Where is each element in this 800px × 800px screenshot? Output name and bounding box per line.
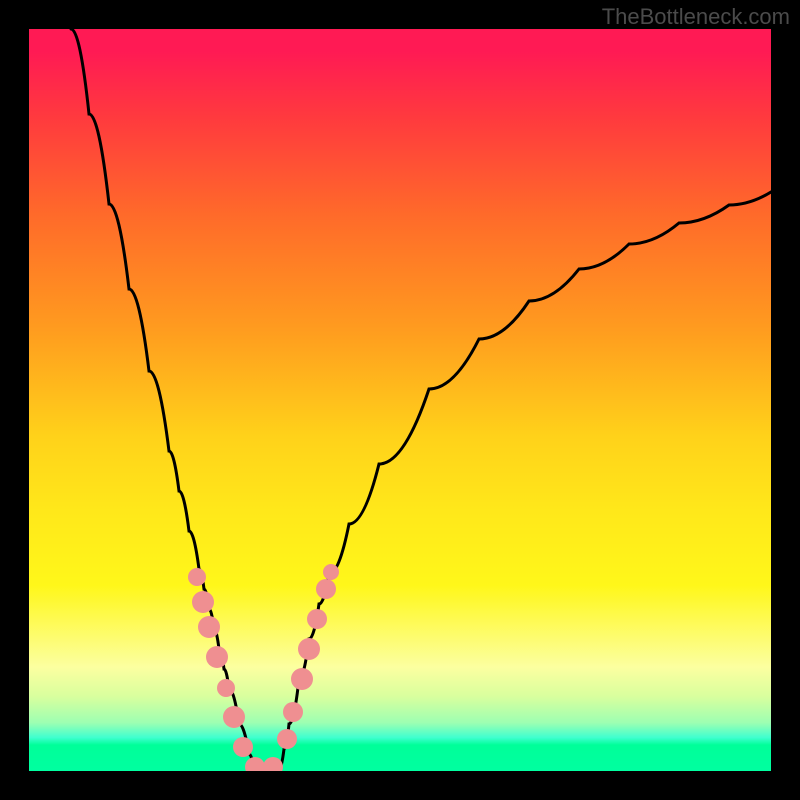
curve-paths (71, 29, 771, 769)
marker-dot (283, 702, 303, 722)
marker-dot (291, 668, 313, 690)
curve-right-branch (279, 192, 771, 769)
marker-dot (245, 757, 265, 771)
marker-dot (307, 609, 327, 629)
watermark-text: TheBottleneck.com (602, 4, 790, 30)
chart-frame: TheBottleneck.com (0, 0, 800, 800)
marker-dot (188, 568, 206, 586)
marker-dot (277, 729, 297, 749)
marker-dot (298, 638, 320, 660)
marker-dot (316, 579, 336, 599)
marker-dot (192, 591, 214, 613)
marker-dot (223, 706, 245, 728)
marker-dot (198, 616, 220, 638)
marker-dot (263, 757, 283, 771)
marker-dot (206, 646, 228, 668)
curve-layer (29, 29, 771, 771)
marker-dot (233, 737, 253, 757)
marker-dot (217, 679, 235, 697)
marker-dots (188, 564, 339, 771)
marker-dot (323, 564, 339, 580)
plot-area (29, 29, 771, 771)
